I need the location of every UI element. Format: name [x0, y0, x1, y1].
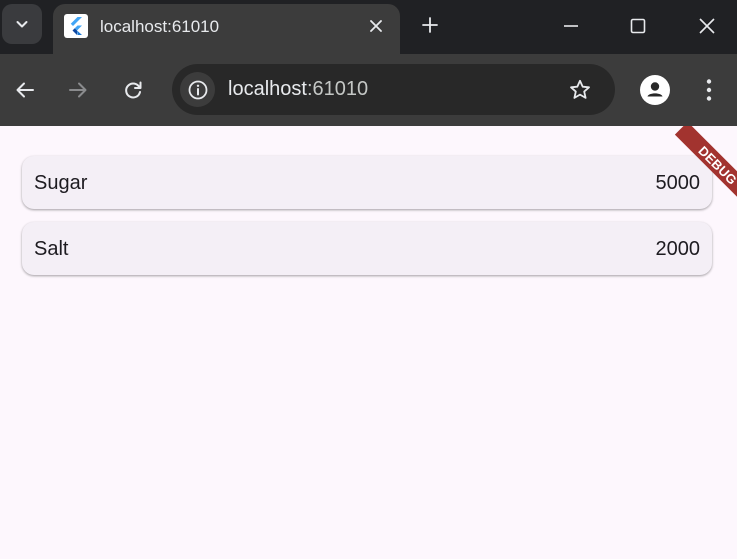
flutter-logo-icon	[64, 14, 88, 38]
chevron-down-icon	[16, 21, 28, 28]
url-host: localhost	[228, 78, 307, 100]
debug-banner: DEBUG	[652, 126, 737, 211]
minimize-icon	[564, 25, 578, 27]
list-item-card[interactable]: Sugar 5000	[22, 156, 712, 209]
site-info-button[interactable]	[180, 72, 215, 107]
close-icon	[699, 18, 715, 34]
maximize-button[interactable]	[613, 4, 663, 48]
reload-icon	[125, 81, 142, 99]
person-icon	[640, 75, 670, 105]
maximize-icon	[630, 18, 646, 34]
address-bar[interactable]: localhost:61010	[172, 64, 615, 115]
plus-icon	[422, 17, 438, 33]
minimize-button[interactable]	[546, 4, 596, 48]
profile-button[interactable]	[640, 75, 670, 105]
close-tab-button[interactable]	[365, 15, 387, 37]
close-window-button[interactable]	[682, 4, 732, 48]
back-button[interactable]	[7, 72, 43, 108]
browser-toolbar: localhost:61010	[0, 54, 737, 126]
close-icon	[370, 20, 382, 32]
new-tab-button[interactable]	[417, 12, 443, 38]
tab-title: localhost:61010	[100, 17, 220, 36]
arrow-right-icon	[69, 82, 87, 98]
info-icon	[188, 80, 207, 99]
star-icon	[570, 79, 590, 99]
forward-button[interactable]	[60, 72, 96, 108]
tab-search-button[interactable]	[2, 4, 42, 44]
url-text[interactable]: localhost:61010	[228, 78, 368, 101]
url-port: :61010	[306, 78, 369, 100]
item-name: Salt	[34, 238, 69, 260]
reload-button[interactable]	[115, 72, 151, 108]
item-name: Sugar	[34, 172, 88, 194]
arrow-left-icon	[16, 82, 34, 98]
debug-label: DEBUG	[695, 142, 737, 188]
bookmark-button[interactable]	[566, 76, 594, 104]
browser-titlebar: localhost:61010	[0, 0, 737, 54]
app-viewport: Sugar 5000 Salt 2000 DEBUG	[0, 126, 737, 559]
browser-tab[interactable]: localhost:61010	[53, 4, 400, 54]
item-value: 2000	[655, 238, 701, 260]
debug-ribbon: DEBUG	[674, 126, 737, 209]
browser-menu-button[interactable]	[697, 74, 721, 106]
more-vert-icon	[706, 79, 712, 101]
list-item-card[interactable]: Salt 2000	[22, 222, 712, 275]
